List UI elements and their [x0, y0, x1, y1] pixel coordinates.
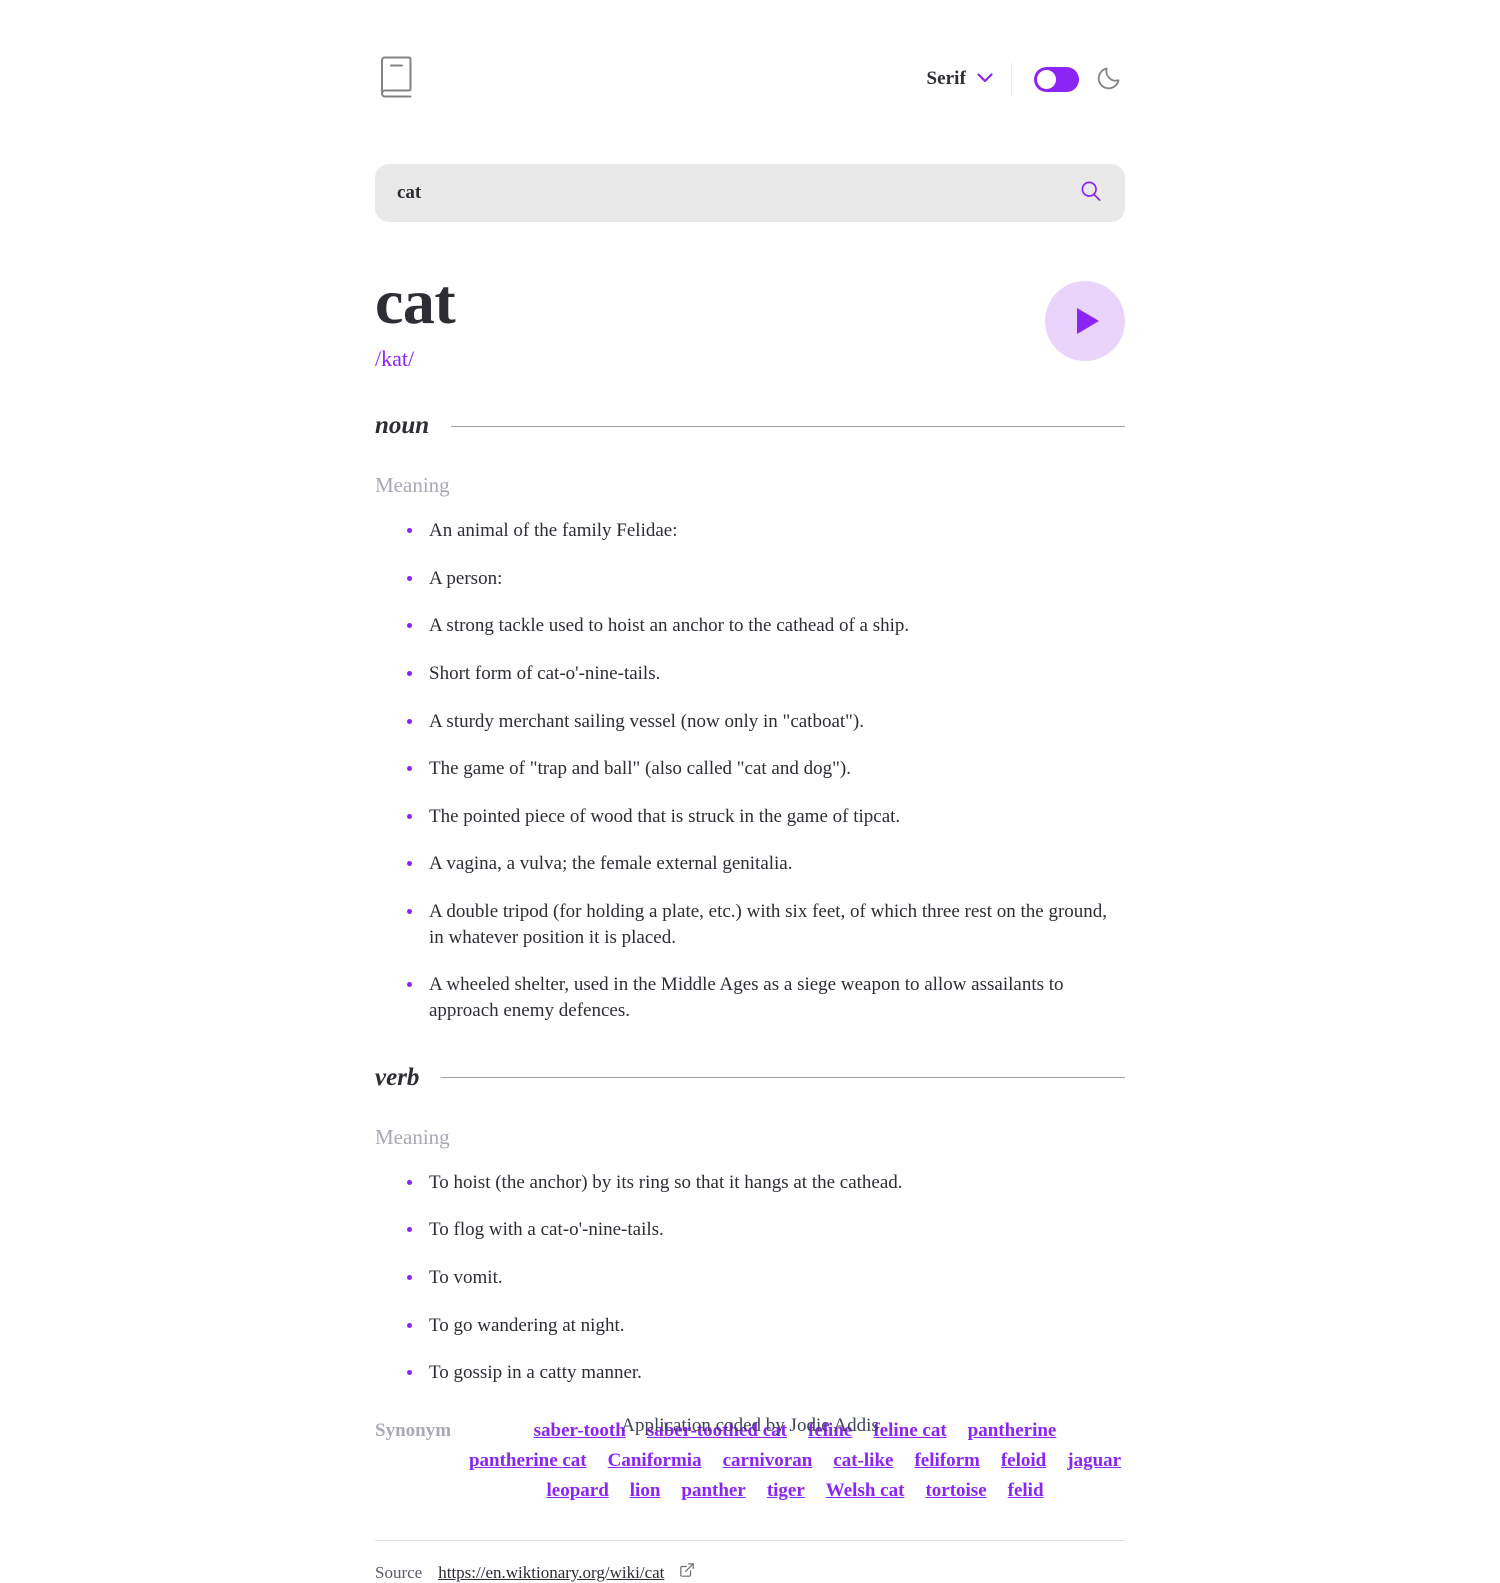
definition-item: A person: — [407, 566, 1125, 592]
play-audio-button[interactable] — [1045, 281, 1125, 361]
part-of-speech-rule — [451, 425, 1125, 427]
moon-icon[interactable] — [1097, 64, 1123, 95]
synonym-link[interactable]: cat-like — [833, 1450, 893, 1472]
book-icon — [377, 56, 413, 103]
part-of-speech-row: verb — [375, 1064, 1125, 1092]
phonetic-text: /kat/ — [375, 346, 415, 371]
source-link[interactable]: https://en.wiktionary.org/wiki/cat — [438, 1563, 664, 1583]
part-of-speech-label: verb — [375, 1063, 420, 1091]
definition-item: To vomit. — [407, 1265, 1125, 1291]
meaning-label: Meaning — [375, 473, 450, 497]
synonym-link[interactable]: Welsh cat — [826, 1480, 905, 1502]
synonym-link[interactable]: leopard — [547, 1480, 609, 1502]
source-row: Source https://en.wiktionary.org/wiki/ca… — [375, 1563, 1125, 1583]
synonym-link[interactable]: jaguar — [1067, 1450, 1121, 1472]
definition-list: To hoist (the anchor) by its ring so tha… — [375, 1170, 1125, 1386]
synonym-link[interactable]: carnivoran — [723, 1450, 813, 1472]
synonym-link[interactable]: felid — [1008, 1480, 1044, 1502]
search-icon[interactable] — [1081, 181, 1101, 206]
definition-section: verb Meaning To hoist (the anchor) by its … — [375, 1064, 1125, 1386]
definition-item: A wheeled shelter, used in the Middle Ag… — [407, 972, 1125, 1023]
search-input[interactable] — [397, 182, 1081, 204]
synonym-link[interactable]: panther — [681, 1480, 745, 1502]
footer-credit: Application coded by Jodie Addis — [621, 1415, 879, 1436]
page-title: cat — [375, 266, 456, 337]
part-of-speech-rule — [441, 1077, 1125, 1079]
chevron-down-icon — [977, 70, 993, 88]
search-bar[interactable] — [375, 164, 1125, 222]
definition-item: To gossip in a catty manner. — [407, 1360, 1125, 1386]
definition-item: The pointed piece of wood that is struck… — [407, 804, 1125, 830]
definition-section: noun Meaning An animal of the family Felid… — [375, 412, 1125, 1024]
definition-item: To hoist (the anchor) by its ring so tha… — [407, 1170, 1125, 1196]
definition-item: A double tripod (for holding a plate, et… — [407, 899, 1125, 950]
definition-item: To flog with a cat-o'-nine-tails. — [407, 1217, 1125, 1243]
synonym-link[interactable]: pantherine cat — [469, 1450, 587, 1472]
synonym-link[interactable]: lion — [630, 1480, 661, 1502]
definition-list: An animal of the family Felidae: A person… — [375, 518, 1125, 1024]
definitions-root: noun Meaning An animal of the family Felid… — [375, 412, 1125, 1386]
synonym-link[interactable]: feloid — [1001, 1450, 1046, 1472]
part-of-speech-label: noun — [375, 412, 430, 439]
header-divider — [1011, 63, 1012, 95]
header-controls: Serif — [926, 63, 1123, 95]
source-divider — [375, 1539, 1125, 1541]
font-family-value: Serif — [926, 68, 966, 89]
definition-item: A sturdy merchant sailing vessel (now on… — [407, 709, 1125, 735]
definition-item: A strong tackle used to hoist an anchor … — [407, 613, 1125, 639]
word-text-block: cat /kat/ — [375, 266, 456, 372]
meaning-label: Meaning — [375, 1124, 450, 1149]
definition-item: An animal of the family Felidae: — [407, 518, 1125, 544]
external-link-icon[interactable] — [680, 1563, 695, 1582]
font-family-select[interactable]: Serif — [926, 68, 1011, 90]
app-container: Serif cat cat /kat/ noun Meaning An anim… — [375, 0, 1125, 1583]
play-icon — [1076, 308, 1099, 334]
synonym-link[interactable]: tiger — [767, 1480, 805, 1502]
definition-item: A vagina, a vulva; the female external g… — [407, 851, 1125, 877]
part-of-speech-row: noun — [375, 412, 1125, 440]
toggle-knob — [1037, 69, 1056, 89]
dark-mode-toggle[interactable] — [1034, 66, 1079, 92]
source-label: Source — [375, 1562, 423, 1582]
word-header: cat /kat/ — [375, 270, 1125, 372]
app-header: Serif — [375, 44, 1125, 114]
synonym-link[interactable]: Caniformia — [608, 1450, 702, 1472]
definition-item: The game of "trap and ball" (also called… — [407, 756, 1125, 782]
synonym-link[interactable]: feliform — [914, 1450, 979, 1472]
definition-item: To go wandering at night. — [407, 1313, 1125, 1339]
synonym-link[interactable]: tortoise — [925, 1480, 986, 1502]
definition-item: Short form of cat-o'-nine-tails. — [407, 661, 1125, 687]
